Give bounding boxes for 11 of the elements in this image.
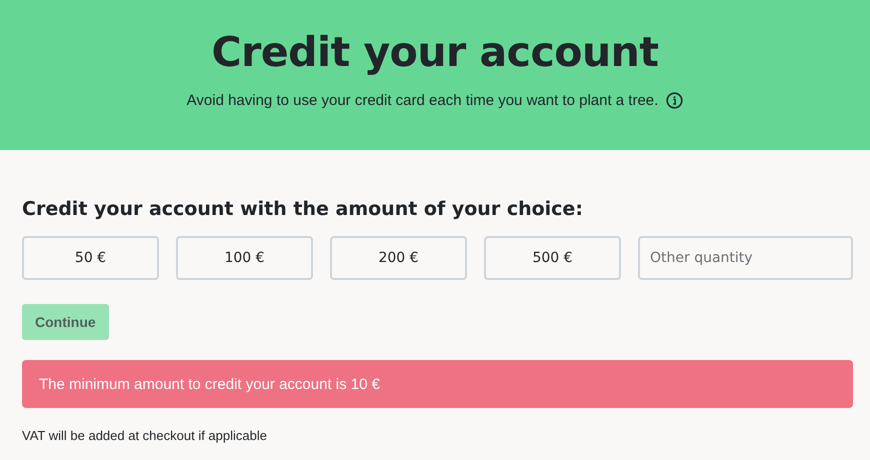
subtitle: Avoid having to use your credit card each time you want to plant a tree.	[186, 92, 658, 109]
vat-note: VAT will be added at checkout if applicable	[22, 428, 268, 443]
info-icon[interactable]	[666, 92, 684, 109]
amount-button[interactable]: 200 €	[330, 236, 467, 280]
amount-button[interactable]: 50 €	[22, 236, 159, 280]
other-quantity-field[interactable]: Other quantity	[638, 236, 853, 280]
amount-button[interactable]: 500 €	[484, 236, 621, 280]
error-alert: The minimum amount to credit your account is 10 €	[22, 360, 853, 408]
section-heading: Credit your account with the amount of your choice:	[22, 198, 584, 220]
page-title: Credit your account	[212, 28, 658, 76]
amount-button[interactable]: 100 €	[176, 236, 313, 280]
